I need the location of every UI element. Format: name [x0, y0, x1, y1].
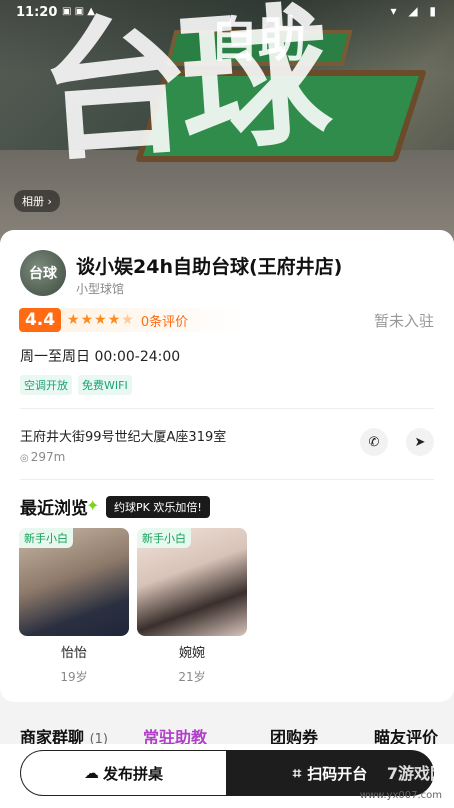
coach-card[interactable]: 新手小白	[19, 528, 129, 636]
scan-label: 扫码开台	[307, 764, 368, 783]
star-icon: ★	[107, 312, 121, 328]
rating-score: 4.4	[19, 308, 61, 332]
business-hours: 周一至周日 00:00-24:00	[20, 349, 181, 365]
distance-value: 297m	[30, 450, 66, 464]
coach-name[interactable]: 怡怡	[19, 642, 129, 661]
star-icon: ★	[94, 312, 107, 328]
location-pin-icon: ◎	[20, 453, 29, 464]
navigate-icon: ➤	[414, 434, 426, 450]
coach-age: 21岁	[178, 670, 206, 684]
star-empty-icon: ★	[121, 312, 134, 328]
review-count[interactable]: 0条评价	[141, 311, 188, 330]
promo-bubble[interactable]: 约球PK 欢乐加倍!	[106, 496, 210, 518]
coach-badge: 新手小白	[137, 528, 191, 548]
store-info-card: 台球 谈小娱24h自助台球(王府井店) 小型球馆 4.4 ★ ★ ★ ★ ★ 0…	[0, 230, 454, 702]
cloud-icon: ☁	[83, 764, 99, 782]
coach-card[interactable]: 新手小白	[137, 528, 247, 636]
publish-table-button[interactable]: ☁ 发布拼桌	[20, 750, 226, 796]
album-button[interactable]: 相册 ›	[14, 190, 60, 212]
join-status: 暂未入驻	[373, 312, 434, 330]
scan-icon: ⌗	[292, 764, 302, 782]
leaf-icon: ✦	[86, 496, 100, 515]
status-bar: 11:20 ▣ ▣ ▲ ▾ ◢ ▮	[0, 0, 454, 26]
hero-photo[interactable]: 自助 台球 相册 ›	[0, 0, 454, 246]
star-icon: ★	[67, 312, 80, 328]
divider	[20, 408, 434, 409]
recent-title: 最近浏览	[20, 499, 88, 519]
navigate-button[interactable]: ➤	[406, 428, 434, 456]
facility-tags: 空调开放 免费WIFI	[20, 375, 132, 395]
status-notification-icons: ▣ ▣ ▲	[62, 6, 95, 17]
facility-tag: 空调开放	[20, 375, 72, 395]
rating-stars[interactable]: ★ ★ ★ ★ ★ 0条评价	[61, 308, 247, 332]
store-distance: ◎ 297m	[20, 450, 65, 464]
publish-label: 发布拼桌	[102, 764, 163, 783]
phone-icon: ✆	[368, 434, 380, 450]
coach-age: 19岁	[60, 670, 88, 684]
coach-badge: 新手小白	[19, 528, 73, 548]
phone-button[interactable]: ✆	[360, 428, 388, 456]
divider	[20, 479, 434, 480]
store-address[interactable]: 王府井大街99号世纪大厦A座319室	[20, 426, 226, 445]
store-name: 谈小娱24h自助台球(王府井店)	[76, 256, 343, 278]
watermark: 7游戏网	[386, 764, 446, 783]
status-time: 11:20	[16, 5, 58, 20]
store-type: 小型球馆	[76, 282, 125, 296]
status-system-icons: ▾ ◢ ▮	[390, 4, 440, 18]
store-logo: 台球	[20, 250, 66, 296]
star-icon: ★	[80, 312, 94, 328]
watermark-url: www.yx007.com	[359, 790, 442, 801]
coach-name[interactable]: 婉婉	[137, 642, 247, 661]
facility-tag: 免费WIFI	[78, 375, 132, 395]
